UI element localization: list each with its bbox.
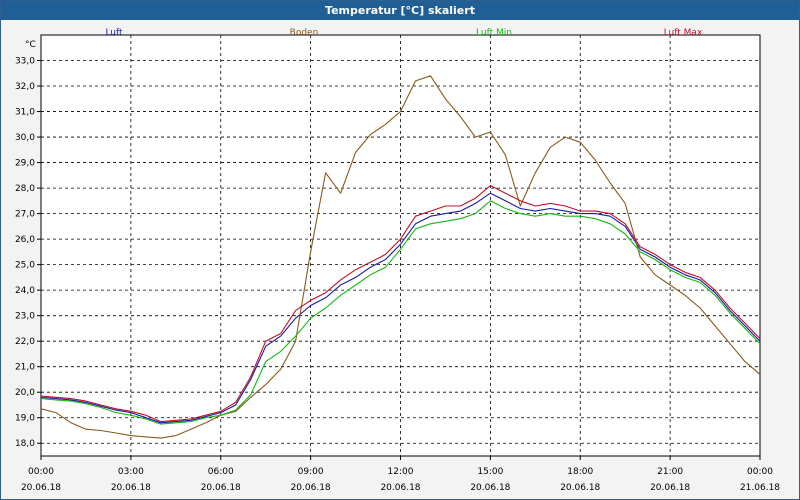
y-tick-label: 19,0	[15, 414, 35, 424]
x-tick-time-label: 15:00	[477, 467, 503, 477]
x-tick-time-label: 06:00	[208, 467, 234, 477]
y-tick-label: 24,0	[15, 286, 35, 296]
x-tick-date-label: 20.06.18	[470, 483, 510, 493]
x-tick-time-label: 00:00	[747, 467, 773, 477]
chart-area: 18,0 19,0 20,0 21,0 22,0 23,0 24,0 25,0 26,0 27,0…	[1, 21, 799, 499]
y-tick-label: 27,0	[15, 210, 35, 220]
x-tick-date-label: 20.06.18	[111, 483, 151, 493]
y-tick-label: 29,0	[15, 159, 35, 169]
y-tick-label: 32,0	[15, 82, 35, 92]
y-tick-label: 25,0	[15, 261, 35, 271]
y-axis-unit: °C	[25, 40, 36, 50]
x-tick-date-label: 20.06.18	[380, 483, 420, 493]
y-tick-label: 31,0	[15, 108, 35, 118]
x-tick-date-label: 20.06.18	[560, 483, 600, 493]
x-tick-time-label: 03:00	[118, 467, 144, 477]
x-tick-date-label: 20.06.18	[201, 483, 241, 493]
chart-window: Temperatur [°C] skaliert 18,0 19,0 20,0 21,…	[0, 0, 800, 500]
x-tick-time-label: 00:00	[28, 467, 54, 477]
x-tick-time-label: 18:00	[567, 467, 593, 477]
x-tick-date-label: 21.06.18	[740, 483, 780, 493]
y-tick-label: 23,0	[15, 312, 35, 322]
legend-entry-3: Luft Min	[476, 28, 512, 38]
x-tick-date-label: 20.06.18	[650, 483, 690, 493]
x-tick-time-label: 12:00	[388, 467, 414, 477]
y-tick-label: 30,0	[15, 133, 35, 143]
legend-entry-4: Luft Max	[664, 28, 703, 38]
x-tick-time-label: 21:00	[657, 467, 683, 477]
y-tick-label: 21,0	[15, 363, 35, 373]
x-tick-date-label: 20.06.18	[21, 483, 61, 493]
x-tick-date-label: 20.06.18	[291, 483, 331, 493]
x-tick-time-label: 09:00	[298, 467, 324, 477]
y-tick-label: 20,0	[15, 388, 35, 398]
window-title: Temperatur [°C] skaliert	[1, 1, 799, 20]
y-tick-label: 22,0	[15, 337, 35, 347]
legend-entry-2: Boden	[290, 28, 319, 38]
legend-entry-1: Luft	[105, 28, 123, 38]
y-tick-label: 28,0	[15, 184, 35, 194]
y-tick-label: 18,0	[15, 439, 35, 449]
y-tick-label: 26,0	[15, 235, 35, 245]
y-tick-label: 33,0	[15, 57, 35, 67]
temperature-line-chart: 18,0 19,0 20,0 21,0 22,0 23,0 24,0 25,0 26,0 27,0…	[15, 28, 780, 493]
